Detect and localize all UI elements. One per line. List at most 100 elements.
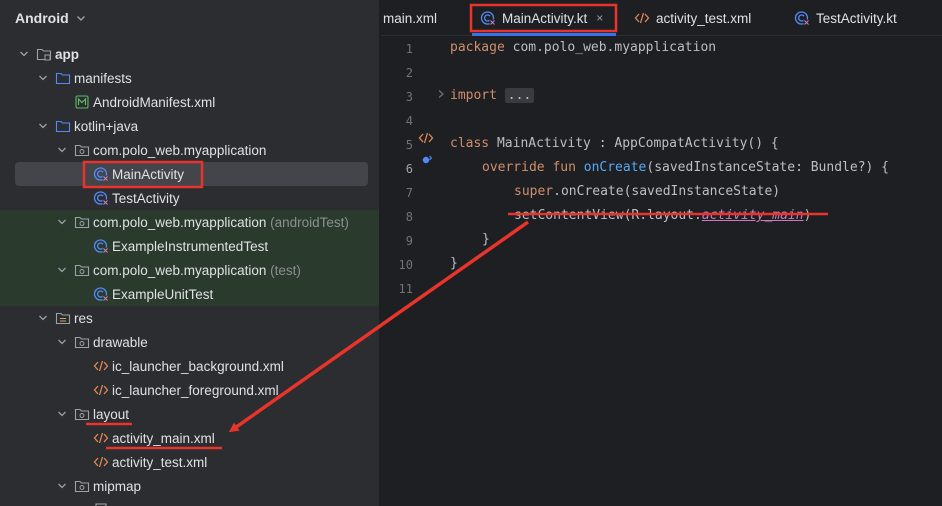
- chevron-down-icon[interactable]: [18, 48, 30, 60]
- chevron-down-icon[interactable]: [37, 72, 49, 84]
- chevron-down-icon[interactable]: [56, 264, 68, 276]
- xml-file-icon: [634, 12, 650, 24]
- package-icon: [74, 264, 90, 277]
- tree-item-label: AndroidManifest.xml: [93, 94, 216, 110]
- code-line-8: super.onCreate(savedInstanceState): [514, 184, 781, 199]
- code-line-7: override fun onCreate(savedInstanceState…: [482, 160, 890, 175]
- close-icon[interactable]: ×: [596, 11, 603, 25]
- xml-file-icon: [93, 384, 109, 396]
- tree-item-manifests[interactable]: manifests: [0, 66, 379, 90]
- tree-item-label: ic_launcher_foreground.xml: [112, 382, 279, 398]
- tree-item-ic-launcher-foreground[interactable]: ic_launcher_foreground.xml: [0, 378, 379, 402]
- manifest-file-icon: [75, 95, 89, 109]
- tree-item-label: com.polo_web.myapplication (androidTest): [93, 214, 349, 230]
- tree-item-package-test[interactable]: com.polo_web.myapplication (test): [0, 258, 379, 282]
- package-icon: [74, 216, 90, 229]
- tree-item-ic-launcher-background[interactable]: ic_launcher_background.xml: [0, 354, 379, 378]
- resource-folder-icon: [55, 312, 71, 325]
- package-icon: [74, 144, 90, 157]
- tree-item-androidmanifest[interactable]: AndroidManifest.xml: [0, 90, 379, 114]
- code-editor: main.xml MainActivity.kt × activity_test…: [381, 0, 942, 506]
- chevron-down-icon[interactable]: [56, 216, 68, 228]
- xml-file-icon: [93, 432, 109, 444]
- line-number: 3: [405, 90, 413, 104]
- code-line-9: setContentView(R.layout.activity_main): [514, 208, 812, 223]
- code-line-10: }: [482, 232, 490, 247]
- code-line-11: }: [450, 256, 458, 271]
- xml-file-icon: [93, 456, 109, 468]
- line-number: 9: [405, 234, 413, 248]
- project-view-header[interactable]: Android: [0, 0, 379, 36]
- package-icon: [74, 408, 90, 421]
- chevron-down-icon[interactable]: [37, 120, 49, 132]
- project-panel: Android app manifests AndroidManifest.xm…: [0, 0, 380, 506]
- tree-item-label: layout: [93, 406, 130, 422]
- tree-item-label: manifests: [74, 70, 132, 86]
- tab-label: main.xml: [383, 10, 438, 26]
- tree-item-label: ExampleUnitTest: [112, 286, 214, 302]
- kotlin-class-icon: [93, 287, 109, 302]
- kotlin-class-icon: [93, 191, 109, 206]
- tree-item-res[interactable]: res: [0, 306, 379, 330]
- line-number: 7: [405, 186, 413, 200]
- editor-tab-bar: main.xml MainActivity.kt × activity_test…: [381, 0, 942, 36]
- tree-item-testactivity[interactable]: TestActivity: [0, 186, 379, 210]
- chevron-down-icon[interactable]: [56, 408, 68, 420]
- chevron-down-icon[interactable]: [56, 336, 68, 348]
- tab-main-xml[interactable]: main.xml: [383, 0, 437, 36]
- tree-item-label: com.polo_web.myapplication: [93, 142, 267, 158]
- chevron-down-icon[interactable]: [75, 12, 87, 24]
- tree-item-exampleinstrumentedtest[interactable]: ExampleInstrumentedTest: [0, 234, 379, 258]
- tree-item-activity-test-xml[interactable]: activity_test.xml: [0, 450, 379, 474]
- line-number: 2: [405, 66, 413, 80]
- line-number: 6: [405, 162, 413, 176]
- tree-item-label: ExampleInstrumentedTest: [112, 238, 269, 254]
- tree-item-exampleunittest[interactable]: ExampleUnitTest: [0, 282, 379, 306]
- tab-testactivity-kt[interactable]: TestActivity.kt: [794, 0, 897, 36]
- tree-item-package-androidtest[interactable]: com.polo_web.myapplication (androidTest): [0, 210, 379, 234]
- kotlin-class-icon: [794, 11, 810, 26]
- file-icon: [95, 503, 107, 506]
- tree-item-mainactivity[interactable]: MainActivity: [0, 162, 379, 186]
- tree-item-label: res: [74, 310, 93, 326]
- line-number: 10: [398, 258, 413, 272]
- tree-item-label: kotlin+java: [74, 118, 139, 134]
- line-number: 4: [405, 114, 413, 128]
- line-number: 11: [398, 282, 413, 296]
- chevron-down-icon[interactable]: [37, 312, 49, 324]
- tree-item-label: activity_main.xml: [112, 430, 215, 446]
- tree-item-label: com.polo_web.myapplication (test): [93, 262, 301, 278]
- line-number: 8: [405, 210, 413, 224]
- tree-item-label: TestActivity: [112, 190, 180, 206]
- line-number: 5: [405, 138, 413, 152]
- tree-item-activity-main-xml[interactable]: activity_main.xml: [0, 426, 379, 450]
- chevron-down-icon[interactable]: [56, 144, 68, 156]
- tree-item-partial: [0, 498, 379, 506]
- tree-item-layout[interactable]: layout: [0, 402, 379, 426]
- project-view-title[interactable]: Android: [15, 10, 69, 26]
- fold-expand-icon[interactable]: [436, 88, 446, 100]
- tree-item-label: ic_launcher_background.xml: [112, 358, 284, 374]
- tree-item-package-main[interactable]: com.polo_web.myapplication: [0, 138, 379, 162]
- tree-item-app[interactable]: app: [0, 42, 379, 66]
- override-marker-icon[interactable]: [421, 154, 433, 166]
- tree-item-mipmap[interactable]: mipmap: [0, 474, 379, 498]
- kotlin-class-icon: [93, 167, 109, 182]
- tab-label: MainActivity.kt: [502, 10, 588, 26]
- source-set-suffix: (test): [270, 262, 301, 278]
- code-line-3: import ...: [450, 84, 535, 108]
- source-set-suffix: (androidTest): [270, 214, 349, 230]
- folded-imports[interactable]: ...: [504, 88, 535, 103]
- tree-item-label: activity_test.xml: [112, 454, 208, 470]
- package-icon: [74, 480, 90, 493]
- tab-activity-test-xml[interactable]: activity_test.xml: [634, 0, 751, 36]
- tree-item-drawable[interactable]: drawable: [0, 330, 379, 354]
- chevron-down-icon[interactable]: [56, 480, 68, 492]
- tree-item-kotlin-java[interactable]: kotlin+java: [0, 114, 379, 138]
- source-folder-icon: [55, 120, 71, 133]
- tree-item-label: MainActivity: [112, 166, 185, 182]
- tab-mainactivity-kt[interactable]: MainActivity.kt ×: [480, 0, 603, 36]
- tab-label: activity_test.xml: [656, 10, 752, 26]
- xml-layout-marker-icon[interactable]: [418, 130, 434, 146]
- code-area[interactable]: package com.polo_web.myapplication impor…: [450, 36, 942, 506]
